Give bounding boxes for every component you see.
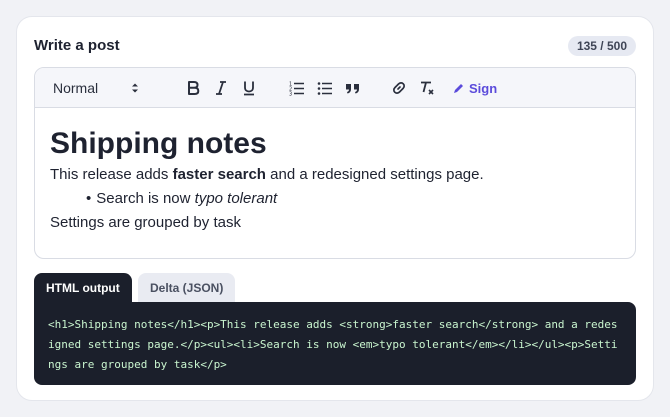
paragraph-text-end: and a redesigned settings page. xyxy=(265,166,484,183)
updown-chevron-icon xyxy=(131,82,139,94)
ordered-list-button[interactable]: 123 xyxy=(287,78,307,98)
list-item-text: Search is now xyxy=(96,190,195,207)
tab-html-output[interactable]: HTML output xyxy=(34,273,132,303)
content-heading: Shipping notes xyxy=(50,127,267,160)
bold-icon xyxy=(186,80,200,96)
tab-delta-json[interactable]: Delta (JSON) xyxy=(138,273,236,303)
character-counter-badge: 135 / 500 xyxy=(567,36,636,56)
underline-icon xyxy=(242,80,256,96)
pen-icon xyxy=(453,83,464,94)
link-icon xyxy=(391,80,407,96)
clear-format-icon xyxy=(419,80,435,96)
italic-icon xyxy=(214,80,228,96)
svg-text:3: 3 xyxy=(289,92,292,97)
underline-button[interactable] xyxy=(239,78,259,98)
editor-toolbar: Normal 1 2 3 Sign xyxy=(35,68,635,108)
italic-text: typo tolerant xyxy=(194,190,278,207)
blockquote-button[interactable] xyxy=(343,78,363,98)
italic-button[interactable] xyxy=(211,78,231,98)
format-select[interactable]: Normal xyxy=(53,78,139,98)
html-output-code: <h1>Shipping notes</h1><p>This release a… xyxy=(48,318,618,371)
html-output-panel: <h1>Shipping notes</h1><p>This release a… xyxy=(34,302,636,385)
bold-button[interactable] xyxy=(183,78,203,98)
quote-icon xyxy=(345,81,361,95)
paragraph-text: This release adds xyxy=(50,166,173,183)
content-paragraph-2: Settings are grouped by task xyxy=(50,214,241,231)
content-paragraph: This release adds faster search and a re… xyxy=(50,163,622,187)
sign-button-label: Sign xyxy=(469,80,498,96)
bold-text: faster search xyxy=(172,166,266,183)
ordered-list-icon: 123 xyxy=(289,80,305,96)
bullet-list-button[interactable] xyxy=(315,78,335,98)
bullet-marker: • xyxy=(86,190,92,207)
editor-content[interactable]: Shipping notes This release adds faster … xyxy=(50,126,622,235)
clear-format-button[interactable] xyxy=(417,78,437,98)
sign-button[interactable]: Sign xyxy=(453,78,497,98)
format-select-value: Normal xyxy=(53,80,99,96)
bullet-list-icon xyxy=(317,80,333,96)
rich-text-editor: Normal 1 2 3 Sign Shipping notes This re… xyxy=(34,67,636,259)
card-title: Write a post xyxy=(34,37,120,54)
post-editor-card: Write a post 135 / 500 Normal 1 2 3 Sign… xyxy=(16,16,654,401)
list-item: • Search is now typo tolerant xyxy=(50,187,622,211)
link-button[interactable] xyxy=(389,78,409,98)
